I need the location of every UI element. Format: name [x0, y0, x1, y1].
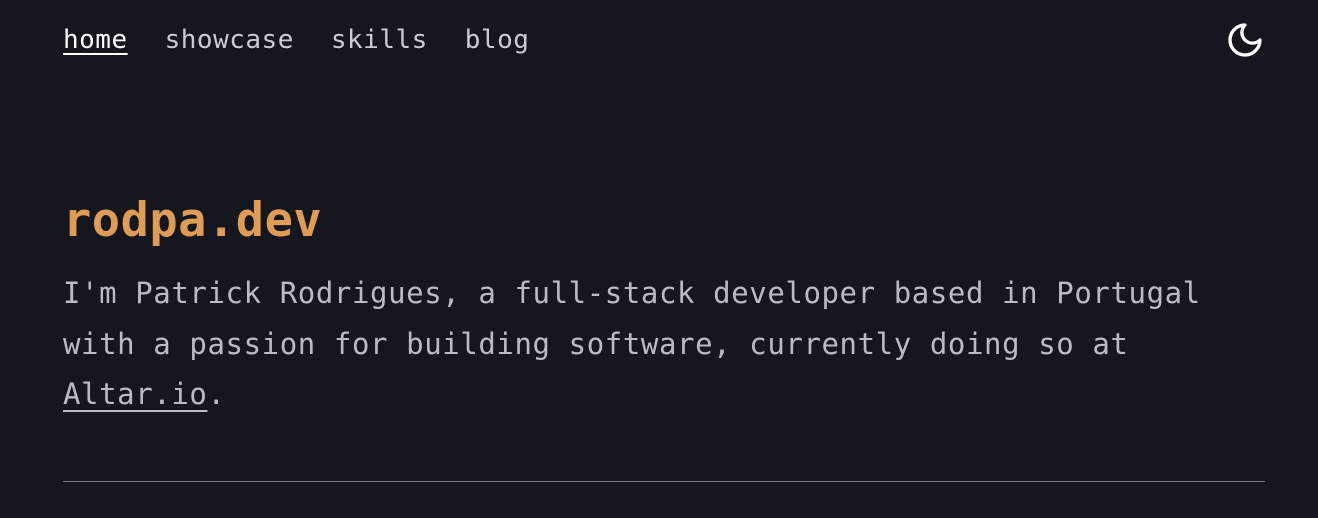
theme-toggle-button[interactable] [1225, 20, 1265, 60]
nav-item-showcase[interactable]: showcase [165, 22, 294, 58]
intro-paragraph: I'm Patrick Rodrigues, a full-stack deve… [63, 268, 1265, 420]
site-title: rodpa.dev [63, 193, 323, 248]
intro-text-end: . [207, 377, 226, 411]
moon-icon [1228, 23, 1262, 57]
hero-section: rodpa.dev I'm Patrick Rodrigues, a full-… [63, 186, 1265, 420]
nav-links: home showcase skills blog [63, 22, 566, 58]
nav-item-home[interactable]: home [63, 22, 128, 58]
nav-item-blog[interactable]: blog [465, 22, 530, 58]
altar-io-link[interactable]: Altar.io [63, 377, 207, 411]
top-navigation: home showcase skills blog [63, 22, 1265, 58]
intro-text: I'm Patrick Rodrigues, a full-stack deve… [63, 276, 1201, 361]
nav-item-skills[interactable]: skills [331, 22, 428, 58]
section-divider [63, 481, 1265, 482]
